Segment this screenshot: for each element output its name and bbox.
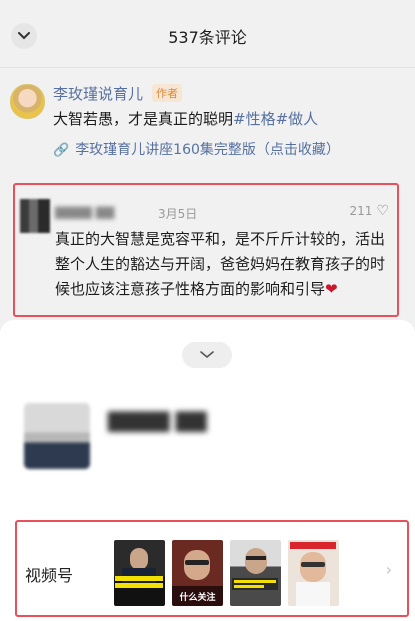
red-heart-emoji: ❤ xyxy=(325,280,338,298)
author-name[interactable]: 李玫瑾说育儿 xyxy=(53,83,143,104)
profile-avatar[interactable] xyxy=(24,403,90,469)
like-button[interactable]: 211 ♡ xyxy=(350,203,389,219)
header-divider xyxy=(0,67,415,68)
highlighted-comment[interactable]: ▇▇▇▇ ▇▇ 3月5日 211 ♡ 真正的大智慧是宽容平和，是不斤斤计较的，活出… xyxy=(13,183,399,317)
profile-name[interactable]: ▇▇▇▇ ▇▇ xyxy=(108,408,207,432)
comment-date: 3月5日 xyxy=(158,207,198,221)
commenter-name[interactable]: ▇▇▇▇ ▇▇ xyxy=(55,205,114,219)
post-text: 大智若愚，才是真正的聪明#性格#做人 xyxy=(53,108,318,129)
video-thumbnail[interactable] xyxy=(288,540,339,606)
collection-link[interactable]: 🔗 李玫瑾育儿讲座160集完整版（点击收藏） xyxy=(53,139,340,159)
like-count: 211 xyxy=(349,204,373,218)
post-main-text: 大智若愚，才是真正的聪明 xyxy=(53,110,234,128)
author-avatar[interactable] xyxy=(10,84,45,119)
link-icon: 🔗 xyxy=(53,143,70,158)
comments-header: 537条评论 xyxy=(0,0,415,72)
heart-outline-icon: ♡ xyxy=(376,203,389,219)
video-thumbnail[interactable] xyxy=(230,540,281,606)
collection-link-text: 李玫瑾育儿讲座160集完整版（点击收藏） xyxy=(75,142,340,158)
chevron-down-icon xyxy=(200,351,214,359)
video-thumbnail[interactable] xyxy=(114,540,165,606)
video-channel-row[interactable]: 视频号 什么关注 › xyxy=(15,520,409,617)
commenter-avatar[interactable] xyxy=(20,199,50,233)
chevron-right-icon[interactable]: › xyxy=(386,560,392,579)
comment-text: 真正的大智慧是宽容平和，是不斤斤计较的，活出整个人生的豁达与开阔，爸爸妈妈在教育… xyxy=(55,227,385,302)
hashtag-link[interactable]: #性格 xyxy=(233,110,276,128)
hashtag-link[interactable]: #做人 xyxy=(276,110,319,128)
author-badge: 作者 xyxy=(152,84,182,102)
sheet-collapse-button[interactable] xyxy=(182,342,232,368)
thumbnail-caption: 什么关注 xyxy=(179,593,216,603)
video-channel-label: 视频号 xyxy=(25,566,74,585)
comments-count-title: 537条评论 xyxy=(168,28,247,47)
video-thumbnail[interactable]: 什么关注 xyxy=(172,540,223,606)
